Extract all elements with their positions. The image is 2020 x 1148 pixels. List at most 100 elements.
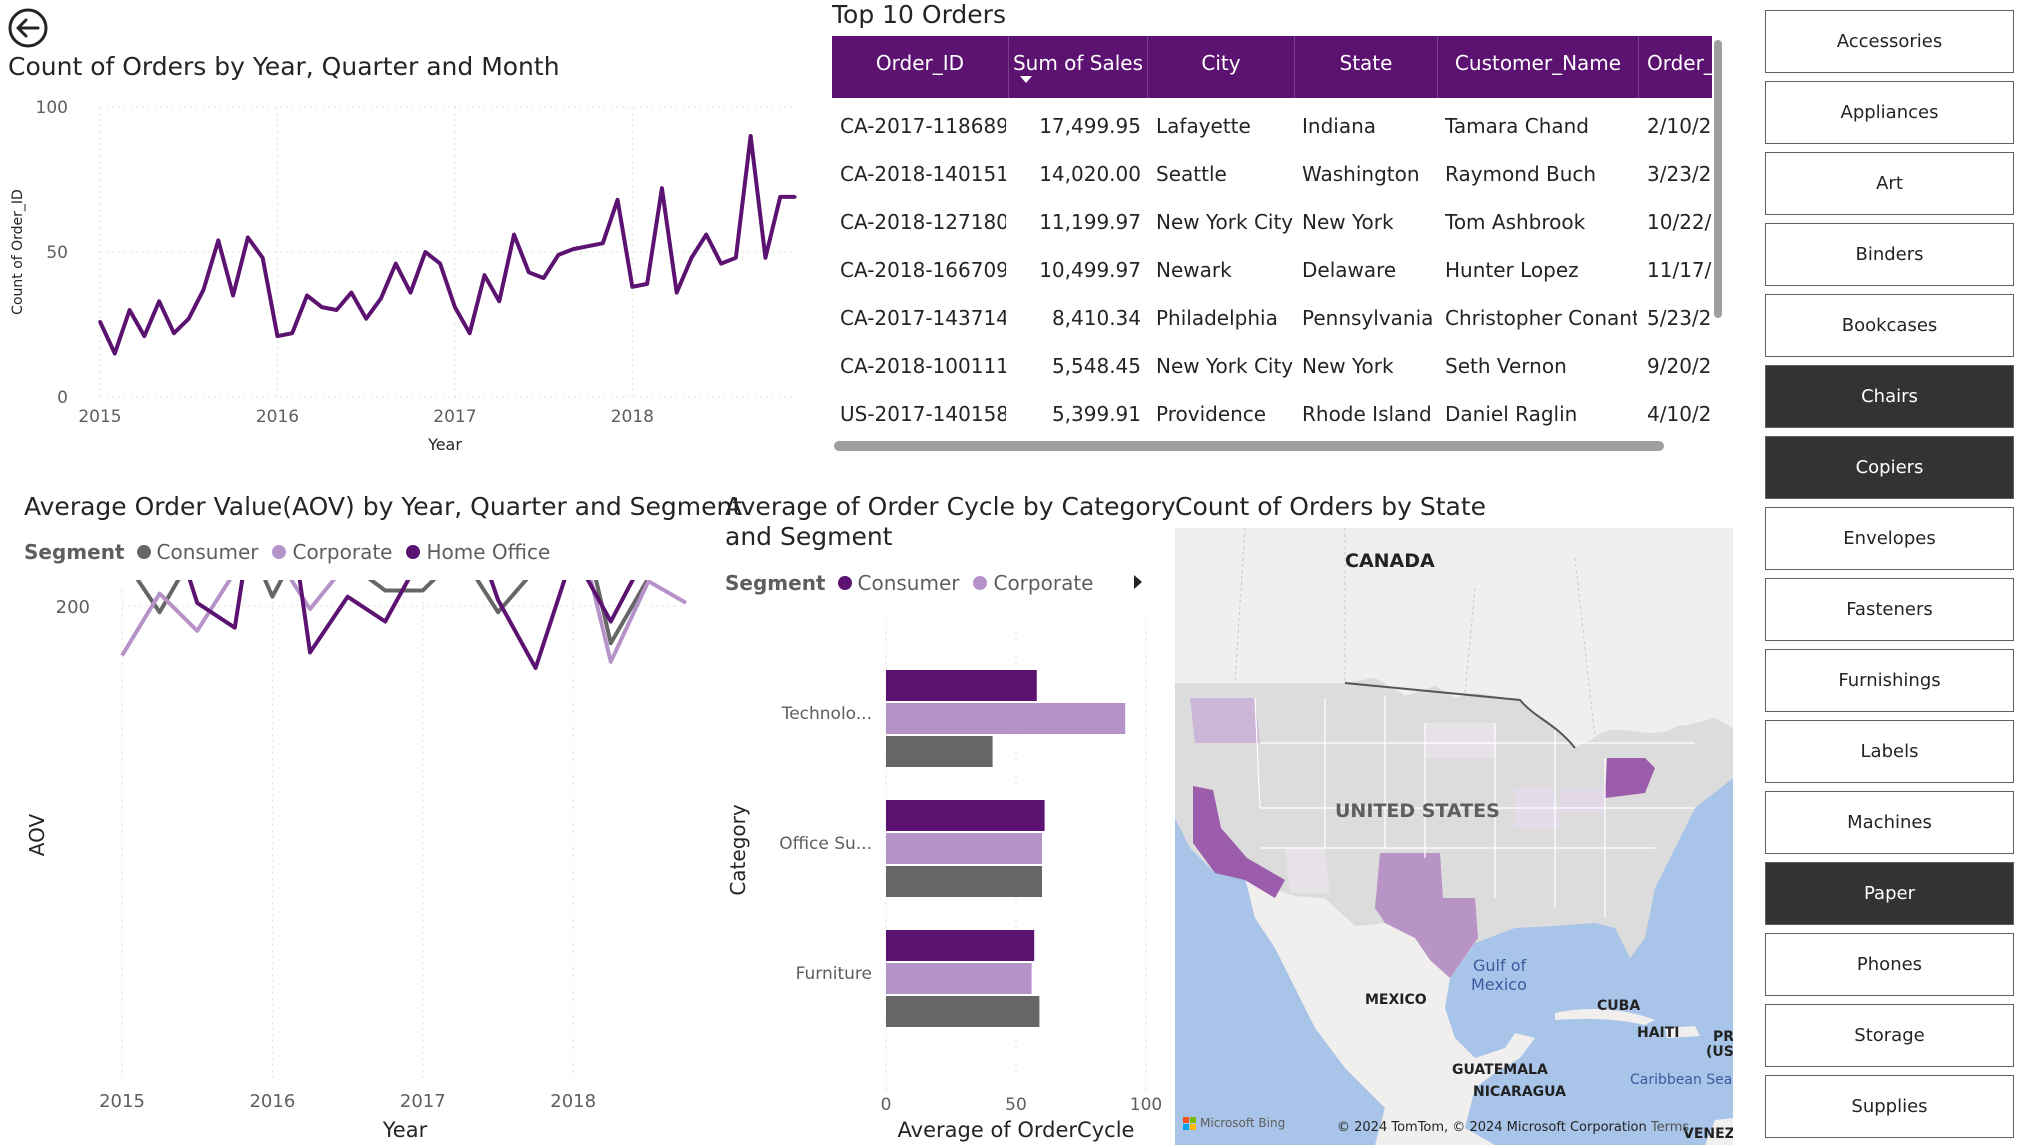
orders-line-chart[interactable]: 100 50 0 2015 2016 2017 2018 Count of Order_ID Y… [0,90,815,460]
legend-label-home-office[interactable]: Home Office [426,540,550,564]
data-point[interactable] [172,331,176,335]
table-row[interactable]: CA-2017-143714 8,410.34 Philadelphia Pennsy… [832,294,1712,342]
data-point[interactable] [749,134,753,138]
column-header-order-date[interactable]: Order_ [1639,36,1712,98]
data-point[interactable] [246,235,250,240]
data-point[interactable] [113,351,117,356]
data-point[interactable] [689,256,694,260]
slicer-item-machines[interactable]: Machines [1765,791,2014,854]
data-point[interactable] [423,250,427,254]
slicer-item-copiers[interactable]: Copiers [1765,436,2014,499]
order-cycle-bar-chart[interactable]: 0 50 100 Technolo... Office Su... Furniture Ca… [720,600,1175,1148]
back-button[interactable] [8,8,48,48]
data-point[interactable] [660,186,664,190]
data-point[interactable] [290,331,294,335]
data-point[interactable] [734,256,738,260]
table-horizontal-scrollbar[interactable] [834,441,1664,451]
data-point[interactable] [468,331,472,335]
slicer-item-accessories[interactable]: Accessories [1765,10,2014,73]
data-point[interactable] [778,195,782,199]
orders-series-line[interactable] [98,134,795,356]
bar[interactable] [886,736,993,767]
data-point[interactable] [719,262,723,266]
slicer-item-envelopes[interactable]: Envelopes [1765,507,2014,570]
orders-by-state-map[interactable]: CANADA UNITED STATES Gulf of Mexico MEXI… [1175,528,1733,1145]
data-point[interactable] [497,299,501,303]
data-point[interactable] [482,273,487,277]
data-point[interactable] [187,317,191,321]
bar[interactable] [886,833,1042,864]
bar[interactable] [886,800,1045,831]
slicer-item-fasteners[interactable]: Fasteners [1765,578,2014,641]
bar[interactable] [886,866,1042,897]
terms-link[interactable]: Terms [1651,1120,1689,1135]
bar[interactable] [886,703,1126,734]
slicer-item-appliances[interactable]: Appliances [1765,81,2014,144]
bar[interactable] [886,670,1037,701]
data-point[interactable] [364,317,368,321]
bar[interactable] [886,996,1040,1027]
data-point[interactable] [231,293,235,298]
column-header-customer-name[interactable]: Customer_Name [1438,36,1639,98]
slicer-item-chairs[interactable]: Chairs [1765,365,2014,428]
column-header-sum-of-sales[interactable]: Sum of Sales [1009,36,1148,98]
data-point[interactable] [261,256,265,260]
bar[interactable] [886,963,1032,994]
table-row[interactable]: US-2017-140158 5,399.91 Providence Rhode Is… [832,390,1712,438]
legend-label-consumer[interactable]: Consumer [157,540,259,564]
slicer-item-phones[interactable]: Phones [1765,933,2014,996]
slicer-item-storage[interactable]: Storage [1765,1004,2014,1067]
bar[interactable] [886,930,1035,961]
aov-line-chart[interactable]: 8006004002002015201620172018AOVYear [0,580,720,1148]
data-point[interactable] [408,291,413,295]
data-point[interactable] [704,233,708,237]
data-point[interactable] [438,262,442,266]
slicer-item-supplies[interactable]: Supplies [1765,1075,2014,1138]
data-point[interactable] [601,241,605,245]
column-header-order-id[interactable]: Order_ID [832,36,1009,98]
data-point[interactable] [334,308,339,312]
data-point[interactable] [320,305,324,309]
data-point[interactable] [527,270,531,274]
data-point[interactable] [645,282,649,286]
data-point[interactable] [275,334,280,338]
data-point[interactable] [453,305,457,309]
data-point[interactable] [675,291,679,295]
data-point[interactable] [512,233,516,237]
data-point[interactable] [630,285,634,289]
data-point[interactable] [127,308,132,312]
table-row[interactable]: CA-2018-127180 11,199.97 New York City New … [832,198,1712,246]
legend-label-consumer[interactable]: Consumer [858,571,960,595]
data-point[interactable] [349,291,353,295]
data-point[interactable] [542,276,546,280]
data-point[interactable] [305,293,309,298]
slicer-item-bookcases[interactable]: Bookcases [1765,294,2014,357]
column-header-city[interactable]: City [1148,36,1295,98]
slicer-item-binders[interactable]: Binders [1765,223,2014,286]
legend-label-corporate[interactable]: Corporate [292,540,392,564]
data-point[interactable] [394,262,398,266]
data-point[interactable] [201,288,206,292]
table-vertical-scrollbar[interactable] [1714,40,1722,318]
table-row[interactable]: CA-2017-118689 17,499.95 Lafayette Indiana T… [832,102,1712,150]
data-point[interactable] [142,334,146,338]
data-point[interactable] [763,256,768,260]
data-point[interactable] [98,320,102,324]
data-point[interactable] [571,247,575,251]
data-point[interactable] [379,296,383,300]
slicer-item-furnishings[interactable]: Furnishings [1765,649,2014,712]
data-point[interactable] [586,244,590,248]
table-row[interactable]: CA-2018-100111 5,548.45 New York City New Y… [832,342,1712,390]
table-row[interactable]: CA-2018-140151 14,020.00 Seattle Washington… [832,150,1712,198]
legend-label-corporate[interactable]: Corporate [993,571,1093,595]
legend-next-arrow-icon[interactable] [1134,575,1142,589]
slicer-item-art[interactable]: Art [1765,152,2014,215]
data-point[interactable] [615,198,620,202]
table-row[interactable]: CA-2018-166709 10,499.97 Newark Delaware Hun… [832,246,1712,294]
data-point[interactable] [216,238,220,242]
data-point[interactable] [793,195,797,199]
slicer-item-paper[interactable]: Paper [1765,862,2014,925]
slicer-item-labels[interactable]: Labels [1765,720,2014,783]
column-header-state[interactable]: State [1295,36,1438,98]
data-point[interactable] [157,299,161,303]
